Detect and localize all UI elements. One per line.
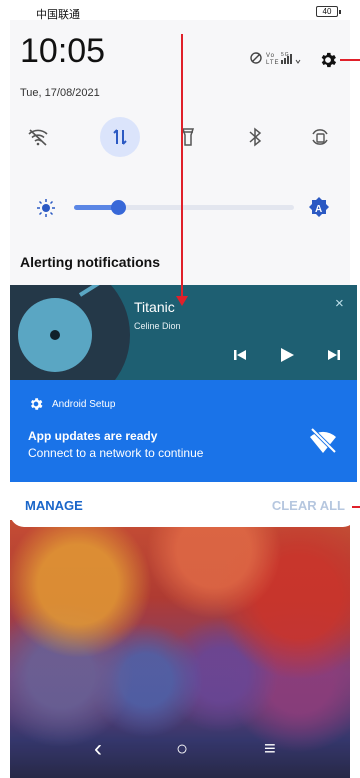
battery-icon: 40 (316, 6, 341, 17)
notification-app-name: Android Setup (52, 399, 116, 410)
settings-gear-icon[interactable] (318, 50, 338, 70)
quick-tiles (10, 115, 350, 165)
notification-title: App updates are ready (28, 429, 158, 443)
signal-icons: Vo LTE 5G (250, 50, 306, 68)
left-border (0, 0, 10, 778)
media-artist: Celine Dion (134, 321, 181, 331)
navigation-bar: ‹ ○ ≡ (10, 732, 350, 772)
clear-all-button[interactable]: CLEAR ALL (272, 498, 345, 513)
clock: 10:05 (20, 32, 106, 70)
wifi-off-icon[interactable] (18, 117, 58, 157)
play-icon[interactable] (278, 346, 296, 364)
flashlight-icon[interactable] (168, 117, 208, 157)
annotation-arrowhead (176, 296, 188, 306)
auto-rotate-icon[interactable] (300, 117, 340, 157)
close-icon[interactable]: × (335, 295, 344, 312)
skip-previous-icon[interactable] (232, 347, 248, 363)
status-bar: 中国联通 40 (0, 0, 360, 22)
manage-button[interactable]: MANAGE (25, 498, 83, 513)
annotation-line-settings (340, 59, 360, 61)
home-button[interactable]: ○ (176, 738, 188, 761)
brightness-row: A (36, 196, 336, 220)
android-setup-notification[interactable]: Android Setup App updates are ready Conn… (10, 380, 357, 482)
alerting-notifications-header: Alerting notifications (20, 254, 160, 270)
brightness-slider-handle[interactable] (111, 200, 126, 215)
svg-text:A: A (315, 204, 322, 215)
annotation-arrow-line (181, 34, 183, 304)
svg-text:LTE: LTE (266, 60, 280, 66)
wifi-off-icon (310, 427, 337, 454)
back-button[interactable]: ‹ (94, 735, 102, 763)
auto-brightness-icon[interactable]: A (308, 196, 330, 220)
settings-icon (30, 398, 43, 410)
mobile-data-icon[interactable] (100, 117, 140, 157)
brightness-low-icon (37, 199, 55, 217)
screen: 中国联通 40 10:05 Tue, 17/08/2021 Vo LTE 5G (0, 0, 360, 778)
bluetooth-icon[interactable] (235, 117, 275, 157)
vinyl-art-icon (10, 285, 130, 380)
media-title: Titanic (134, 299, 175, 315)
svg-text:Vo: Vo (266, 53, 275, 59)
date: Tue, 17/08/2021 (20, 87, 100, 99)
notification-actions-bar: MANAGE CLEAR ALL (10, 482, 357, 527)
annotation-line-clear-all (352, 506, 360, 508)
menu-button[interactable]: ≡ (264, 738, 276, 761)
skip-next-icon[interactable] (326, 347, 342, 363)
notification-text: Connect to a network to continue (28, 446, 204, 460)
